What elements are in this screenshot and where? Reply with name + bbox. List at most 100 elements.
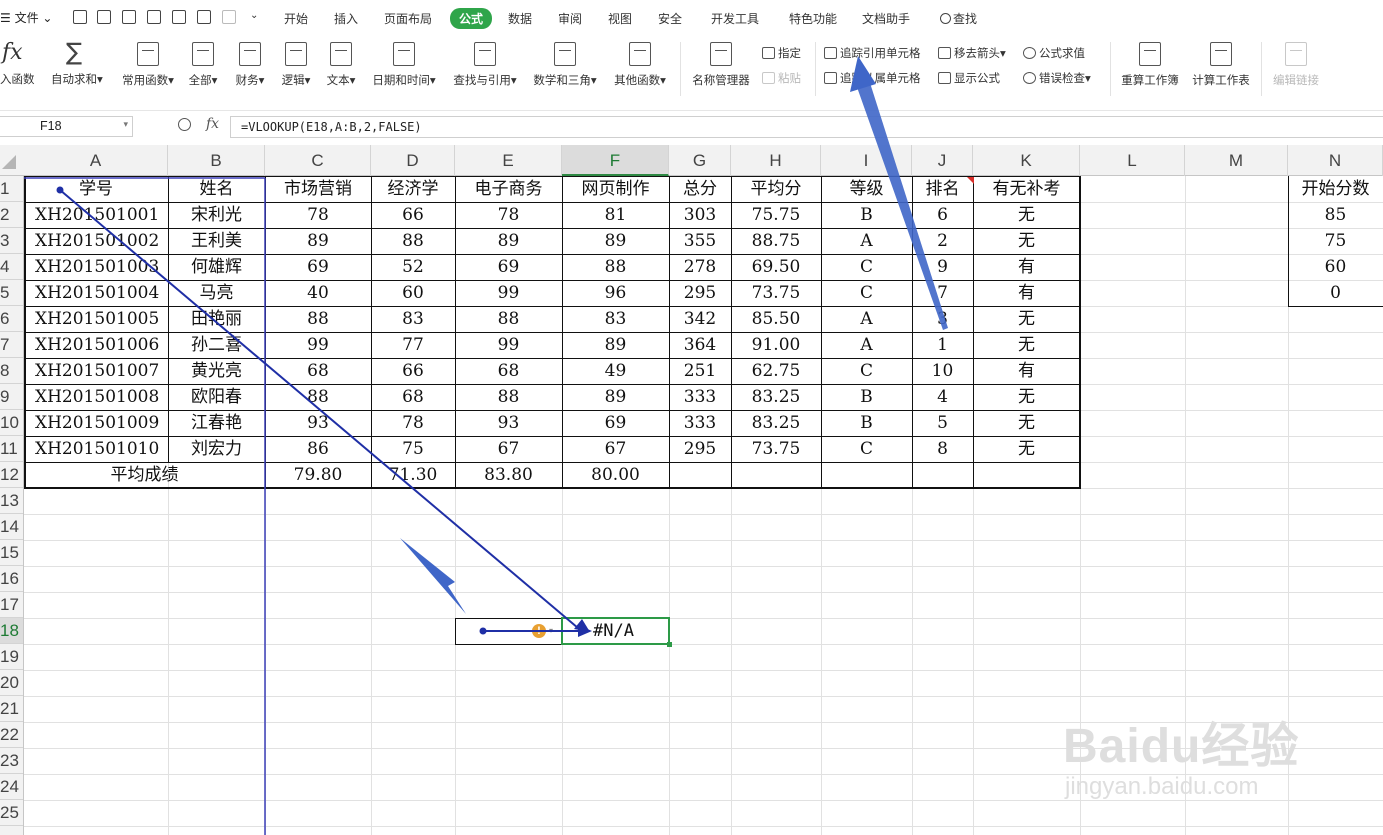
row-header-14[interactable]: 14 (0, 514, 23, 540)
name-box[interactable]: F18 ▾ (0, 116, 133, 137)
paste-name-button[interactable]: 粘贴 (762, 70, 801, 86)
row-header-23[interactable]: 23 (0, 748, 23, 774)
row-header-9[interactable]: 9 (0, 384, 23, 410)
column-header-h[interactable]: H (731, 145, 821, 176)
function-icon (192, 42, 214, 66)
tab-features[interactable]: 特色功能 (789, 10, 837, 27)
select-all-corner[interactable] (2, 155, 16, 169)
trace-precedents-button[interactable]: 追踪引用单元格 (824, 45, 921, 61)
column-header-l[interactable]: L (1080, 145, 1185, 176)
logical-button[interactable]: 逻辑▾ (278, 40, 314, 88)
tab-view[interactable]: 视图 (608, 10, 632, 27)
format-painter-icon[interactable] (147, 10, 161, 24)
row-header-17[interactable]: 17 (0, 592, 23, 618)
tab-doc-assistant[interactable]: 文档助手 (862, 10, 910, 27)
show-formulas-button[interactable]: 显示公式 (938, 70, 1000, 86)
financial-button[interactable]: 财务▾ (232, 40, 268, 88)
row-header-3[interactable]: 3 (0, 228, 23, 254)
tab-developer[interactable]: 开发工具 (711, 10, 759, 27)
formula-input[interactable]: =VLOOKUP(E18,A:B,2,FALSE) (230, 116, 1383, 138)
column-header-b[interactable]: B (168, 145, 265, 176)
column-header-g[interactable]: G (669, 145, 731, 176)
sigma-icon[interactable]: ∑ (66, 38, 82, 66)
row-header-22[interactable]: 22 (0, 722, 23, 748)
row-header-18[interactable]: 18 (0, 618, 23, 644)
function-icon (137, 42, 159, 66)
column-header-k[interactable]: K (973, 145, 1080, 176)
insert-function-icon[interactable]: fx (2, 40, 23, 65)
chevron-down-icon[interactable]: ▾ (549, 626, 553, 635)
open-folder-icon[interactable] (97, 10, 111, 24)
column-header-f[interactable]: F (562, 145, 669, 176)
text-button[interactable]: 文本▾ (323, 40, 359, 88)
tab-review[interactable]: 审阅 (558, 10, 582, 27)
column-header-n[interactable]: N (1288, 145, 1383, 176)
define-name-button[interactable]: 指定 (762, 45, 801, 61)
tab-page-layout[interactable]: 页面布局 (384, 10, 432, 27)
side-table-cell[interactable]: 75 (1288, 228, 1383, 254)
error-warning-icon[interactable]: ! (532, 624, 546, 638)
row-header-13[interactable]: 13 (0, 488, 23, 514)
undo-icon[interactable] (222, 10, 236, 24)
row-header-12[interactable]: 12 (0, 462, 23, 488)
zoom-icon[interactable] (178, 118, 191, 131)
row-header-8[interactable]: 8 (0, 358, 23, 384)
column-header-j[interactable]: J (912, 145, 973, 176)
row-header-10[interactable]: 10 (0, 410, 23, 436)
name-manager-button[interactable]: 名称管理器 (690, 40, 752, 88)
common-functions-button[interactable]: 常用函数▾ (119, 40, 177, 88)
tab-insert[interactable]: 插入 (334, 10, 358, 27)
row-header-7[interactable]: 7 (0, 332, 23, 358)
tab-data[interactable]: 数据 (508, 10, 532, 27)
row-header-6[interactable]: 6 (0, 306, 23, 332)
side-table-cell[interactable]: 85 (1288, 202, 1383, 228)
calc-sheet-button[interactable]: 计算工作表 (1190, 40, 1252, 88)
trace-dependents-button[interactable]: 追踪从属单元格 (824, 70, 921, 86)
row-header-15[interactable]: 15 (0, 540, 23, 566)
all-functions-button[interactable]: 全部▾ (186, 40, 220, 88)
row-header-1[interactable]: 1 (0, 176, 23, 202)
tab-home[interactable]: 开始 (284, 10, 308, 27)
autosum-button[interactable]: 自动求和▾ (51, 71, 103, 87)
row-header-24[interactable]: 24 (0, 774, 23, 800)
chevron-down-icon[interactable]: ▾ (123, 119, 128, 130)
side-table-header[interactable]: 开始分数 (1288, 176, 1383, 202)
remove-arrows-button[interactable]: 移去箭头▾ (938, 45, 1006, 61)
tab-formulas[interactable]: 公式 (450, 8, 493, 29)
column-header-a[interactable]: A (24, 145, 168, 176)
column-header-e[interactable]: E (455, 145, 562, 176)
row-header-2[interactable]: 2 (0, 202, 23, 228)
error-check-button[interactable]: 错误检查▾ (1023, 70, 1091, 86)
print-icon[interactable] (172, 10, 186, 24)
side-table-cell[interactable]: 60 (1288, 254, 1383, 280)
row-header-20[interactable]: 20 (0, 670, 23, 696)
row-header-16[interactable]: 16 (0, 566, 23, 592)
row-header-4[interactable]: 4 (0, 254, 23, 280)
new-file-icon[interactable] (73, 10, 87, 24)
row-header-5[interactable]: 5 (0, 280, 23, 306)
column-header-d[interactable]: D (371, 145, 455, 176)
more-functions-button[interactable]: 其他函数▾ (611, 40, 669, 88)
tab-security[interactable]: 安全 (658, 10, 682, 27)
evaluate-formula-button[interactable]: 公式求值 (1023, 45, 1085, 61)
file-menu[interactable]: ☰ 文件 ⌄ (0, 9, 52, 26)
fx-icon[interactable]: fx (206, 116, 219, 132)
side-table-cell[interactable]: 0 (1288, 280, 1383, 306)
insert-function-button[interactable]: 入函数 (0, 71, 35, 87)
recalc-workbook-button[interactable]: 重算工作簿 (1119, 40, 1181, 88)
edit-links-button[interactable]: 编辑链接 (1271, 40, 1321, 88)
date-time-button[interactable]: 日期和时间▾ (369, 40, 439, 88)
row-header-21[interactable]: 21 (0, 696, 23, 722)
row-header-25[interactable]: 25 (0, 800, 23, 826)
quick-access-dropdown-icon[interactable]: ⌄ (250, 10, 258, 21)
print-preview-icon[interactable] (197, 10, 211, 24)
search-button[interactable]: 查找 (940, 10, 977, 27)
column-header-i[interactable]: I (821, 145, 912, 176)
column-header-m[interactable]: M (1185, 145, 1288, 176)
save-icon[interactable] (122, 10, 136, 24)
row-header-11[interactable]: 11 (0, 436, 23, 462)
lookup-reference-button[interactable]: 查找与引用▾ (450, 40, 520, 88)
row-header-19[interactable]: 19 (0, 644, 23, 670)
math-trig-button[interactable]: 数学和三角▾ (530, 40, 600, 88)
column-header-c[interactable]: C (265, 145, 371, 176)
